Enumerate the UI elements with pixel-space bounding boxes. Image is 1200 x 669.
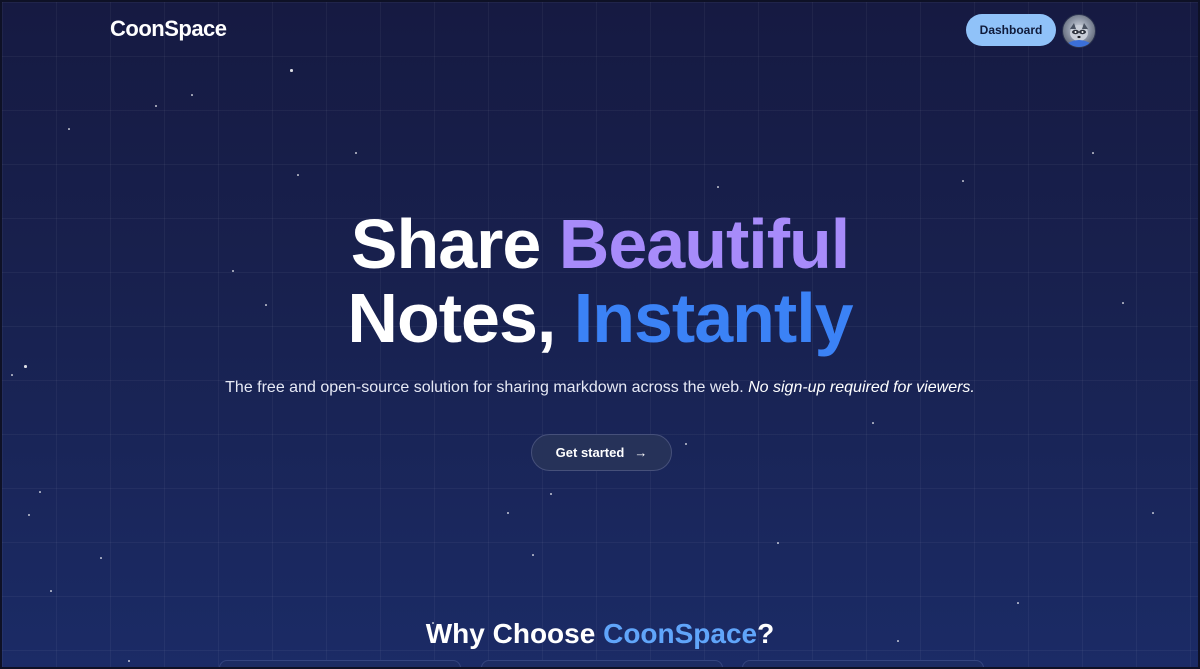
star-decoration [962, 180, 964, 182]
star-decoration [50, 590, 52, 592]
get-started-label: Get started [555, 445, 625, 460]
features-heading-suffix: ? [757, 618, 775, 650]
subtitle-emphasis: No sign-up required for viewers. [748, 379, 975, 396]
star-decoration [685, 443, 687, 445]
star-decoration [507, 512, 509, 514]
star-decoration [68, 128, 70, 130]
star-decoration [297, 174, 299, 176]
raccoon-avatar-icon [1068, 23, 1090, 47]
landing-page: CoonSpace Dashboard Share Beautiful Note… [0, 0, 1200, 669]
star-decoration [532, 554, 534, 556]
headline-word-notes: Notes, [347, 279, 556, 357]
headline-word-share: Share [350, 205, 542, 283]
headline-word-instantly: Instantly [573, 279, 854, 357]
star-decoration [1152, 512, 1154, 514]
feature-card [481, 660, 723, 667]
features-heading-prefix: Why Choose [425, 618, 596, 650]
features-heading-brand: CoonSpace [603, 618, 758, 650]
star-decoration [355, 152, 357, 154]
features-heading: Why Choose CoonSpace? [2, 618, 1198, 650]
subtitle-text: The free and open-source solution for sh… [225, 379, 744, 396]
top-nav: CoonSpace Dashboard [2, 2, 1198, 58]
feature-card [219, 660, 461, 667]
star-decoration [872, 422, 874, 424]
hero-headline: Share Beautiful Notes, Instantly [2, 207, 1198, 355]
hero-subtitle: The free and open-source solution for sh… [2, 379, 1198, 397]
star-decoration [28, 514, 30, 516]
dashboard-button[interactable]: Dashboard [966, 14, 1056, 46]
star-decoration [128, 660, 130, 662]
star-decoration [100, 557, 102, 559]
get-started-button[interactable]: Get started → [531, 434, 672, 471]
star-decoration [1017, 602, 1019, 604]
star-decoration [550, 493, 552, 495]
star-decoration [777, 542, 779, 544]
star-decoration [191, 94, 193, 96]
hero-section: Share Beautiful Notes, Instantly The fre… [2, 207, 1198, 413]
star-decoration [155, 105, 157, 107]
feature-card [742, 660, 984, 667]
logo[interactable]: CoonSpace [110, 16, 227, 42]
star-decoration [1092, 152, 1094, 154]
star-decoration [39, 491, 41, 493]
avatar[interactable] [1062, 14, 1096, 48]
arrow-right-icon: → [634, 445, 648, 460]
headline-word-beautiful: Beautiful [558, 205, 850, 283]
star-decoration [290, 69, 293, 72]
star-decoration [717, 186, 719, 188]
